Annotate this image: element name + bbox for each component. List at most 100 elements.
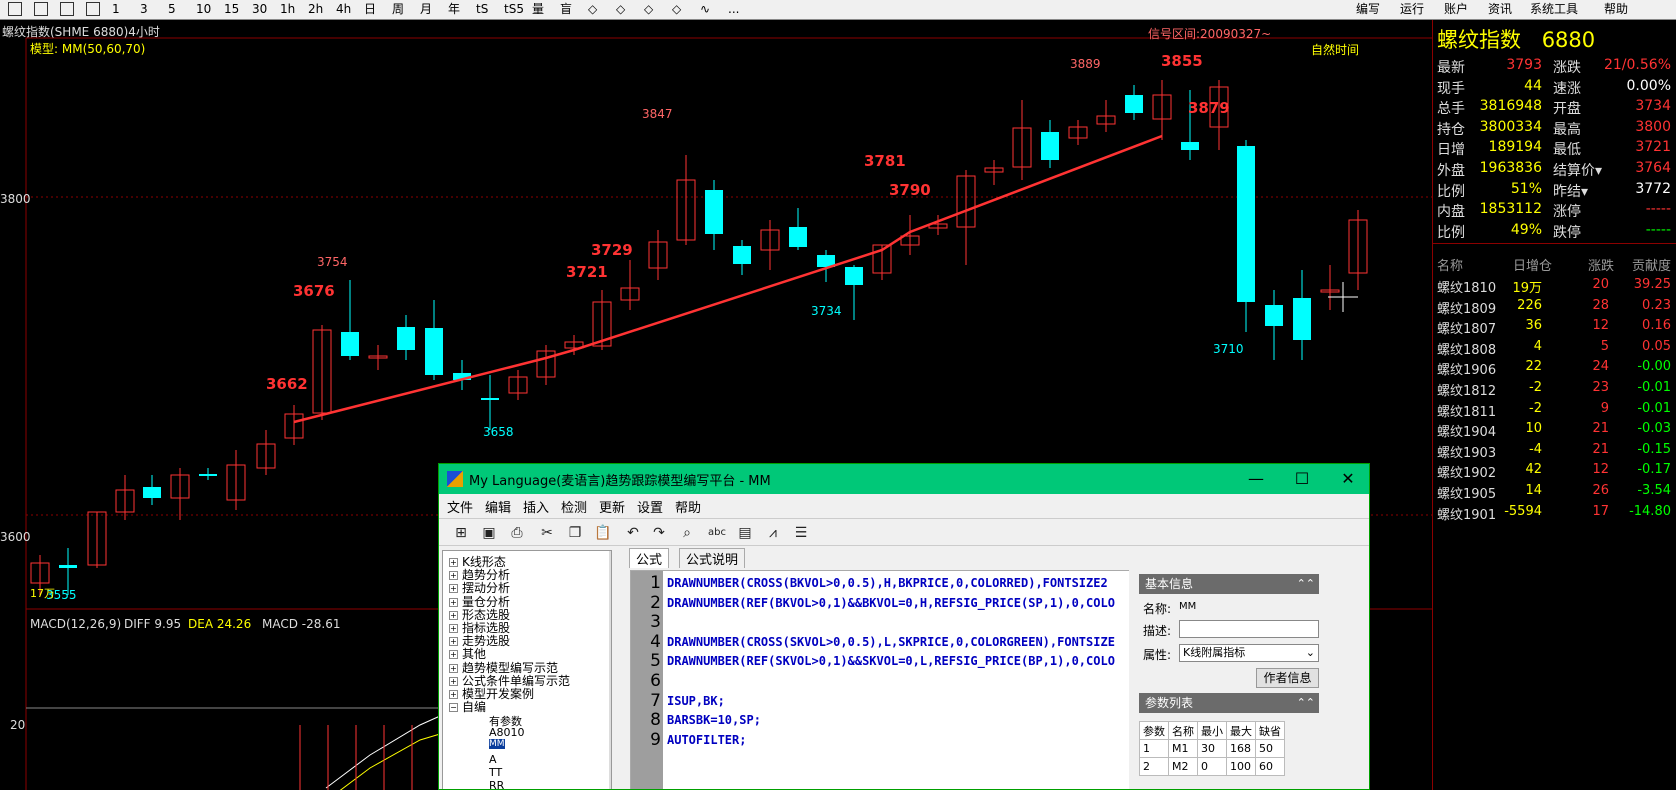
desc-input[interactable]	[1179, 620, 1319, 638]
code-line[interactable]: ISUP,BK;	[667, 694, 725, 708]
attr-select[interactable]: K线附属指标 ⌄	[1179, 644, 1319, 662]
toolbar-period-button[interactable]: 年	[448, 0, 472, 20]
list-item[interactable]: 螺纹1905 14 26 -3.54	[1433, 483, 1676, 505]
list-item[interactable]: 螺纹1902 42 12 -0.17	[1433, 462, 1676, 484]
code-line[interactable]: DRAWNUMBER(REF(SKVOL>0,1)&&SKVOL=0,L,REF…	[667, 654, 1115, 668]
code-editor[interactable]: 123456789 DRAWNUMBER(CROSS(BKVOL>0,0.5),…	[630, 570, 1157, 789]
toolbar-period-button[interactable]: ◇	[644, 0, 668, 20]
table-cell[interactable]: 168	[1226, 739, 1256, 758]
toolbar-period-button[interactable]: 4h	[336, 0, 360, 20]
tree-scrollbar[interactable]	[609, 551, 611, 789]
basic-info-header[interactable]: 基本信息 ⌃⌃	[1139, 574, 1319, 594]
chart-check-icon[interactable]: ⩘	[763, 523, 783, 543]
maximize-button[interactable]: ☐	[1279, 464, 1325, 494]
tree-leaf[interactable]: MM	[489, 739, 505, 750]
editor-titlebar[interactable]: My Language(麦语言)趋势跟踪模型编写平台 - MM — ☐ ✕	[439, 464, 1369, 494]
table-row[interactable]: 2 M2 0 100 60	[1139, 757, 1285, 776]
toolbar-period-button[interactable]: 3	[140, 0, 164, 20]
cut-icon[interactable]: ✂	[537, 523, 557, 543]
toolbar-period-button[interactable]: 日	[364, 0, 388, 20]
list-item[interactable]: 螺纹1906 22 24 -0.00	[1433, 359, 1676, 381]
doc-icon[interactable]: ▤	[735, 523, 755, 543]
author-info-button[interactable]: 作者信息	[1256, 668, 1319, 688]
list-item[interactable]: 螺纹1812 -2 23 -0.01	[1433, 380, 1676, 402]
toolbar-menu-item[interactable]: 账户	[1444, 0, 1468, 20]
code-line[interactable]: AUTOFILTER;	[667, 733, 746, 747]
toolbar-period-button[interactable]: ◇	[588, 0, 612, 20]
toolbar-period-button[interactable]: 2h	[308, 0, 332, 20]
list-item[interactable]: 螺纹1810 19万 20 39.25	[1433, 277, 1676, 299]
toolbar-period-button[interactable]: 5	[168, 0, 192, 20]
toolbar-menu-item[interactable]: 资讯	[1488, 0, 1512, 20]
list-icon[interactable]: ☰	[791, 523, 811, 543]
toolbar-period-button[interactable]: 1h	[280, 0, 304, 20]
toolbar-period-button[interactable]: ◇	[616, 0, 640, 20]
tree-leaf[interactable]: RR	[489, 779, 504, 789]
formula-editor-window[interactable]: My Language(麦语言)趋势跟踪模型编写平台 - MM — ☐ ✕ 文件…	[438, 463, 1370, 790]
menu-item[interactable]: 编辑	[485, 497, 511, 516]
toolbar-period-button[interactable]: tS5	[504, 0, 528, 20]
tab-formula-desc[interactable]: 公式说明	[679, 548, 746, 568]
list-item[interactable]: 螺纹1903 -4 21 -0.15	[1433, 442, 1676, 464]
list-item[interactable]: 螺纹1808 4 5 0.05	[1433, 339, 1676, 361]
list-item[interactable]: 螺纹1809 226 28 0.23	[1433, 298, 1676, 320]
toolbar-menu-item[interactable]: 运行	[1400, 0, 1424, 20]
redo-icon[interactable]: ↷	[649, 523, 669, 543]
toolbar-menu-item[interactable]: 编写	[1356, 0, 1380, 20]
param-list-header[interactable]: 参数列表 ⌃⌃	[1139, 693, 1319, 713]
copy-icon[interactable]: ❐	[565, 523, 585, 543]
table-cell[interactable]: 2	[1139, 757, 1169, 776]
list-item[interactable]: 螺纹1811 -2 9 -0.01	[1433, 401, 1676, 423]
table-cell[interactable]: 50	[1255, 739, 1285, 758]
paste-icon[interactable]: 📋	[593, 523, 613, 543]
collapse-icon[interactable]: ⌃⌃	[1297, 574, 1315, 594]
toolbar-period-button[interactable]: 量	[532, 0, 556, 20]
menu-item[interactable]: 插入	[523, 497, 549, 516]
list-item[interactable]: 螺纹1904 10 21 -0.03	[1433, 421, 1676, 443]
code-line[interactable]: DRAWNUMBER(REF(BKVOL>0,1)&&BKVOL=0,H,REF…	[667, 596, 1115, 610]
spellcheck-icon[interactable]: abc	[707, 523, 727, 543]
toolbar-period-button[interactable]: tS	[476, 0, 500, 20]
code-line[interactable]: BARSBK=10,SP;	[667, 713, 761, 727]
menu-item[interactable]: 文件	[447, 497, 473, 516]
table-cell[interactable]: M1	[1168, 739, 1198, 758]
list-item[interactable]: 螺纹1901 -5594 17 -14.80	[1433, 504, 1676, 526]
table-cell[interactable]: 60	[1255, 757, 1285, 776]
toolbar-menu-item[interactable]: 系统工具	[1530, 0, 1578, 20]
tree-leaf[interactable]: A	[489, 753, 497, 766]
new-file-icon[interactable]: ⊞	[451, 523, 471, 543]
menu-item[interactable]: 设置	[637, 497, 663, 516]
table-cell[interactable]: 1	[1139, 739, 1169, 758]
find-icon[interactable]: ⌕	[677, 523, 697, 543]
toolbar-period-button[interactable]: 月	[420, 0, 444, 20]
code-line[interactable]: DRAWNUMBER(CROSS(SKVOL>0,0.5),L,SKPRICE,…	[667, 635, 1115, 649]
toolbar-period-button[interactable]: 周	[392, 0, 416, 20]
toolbar-period-button[interactable]: 10	[196, 0, 220, 20]
tree-expand-icon[interactable]: −	[449, 703, 458, 713]
list-item[interactable]: 螺纹1807 36 12 0.16	[1433, 318, 1676, 340]
prev-page-icon[interactable]	[8, 2, 22, 16]
close-button[interactable]: ✕	[1325, 464, 1369, 494]
toolbar-period-button[interactable]: 1	[112, 0, 136, 20]
toolbar-period-button[interactable]: 15	[224, 0, 248, 20]
formula-tree[interactable]: + K线形态 + 趋势分析 + 摆动分析 + 量仓分析 + 形态选股 + 指标选股 + 走势选股 + 其他 + 趋…	[442, 550, 612, 789]
next-page-icon[interactable]	[34, 2, 48, 16]
tab-formula[interactable]: 公式	[629, 548, 670, 568]
undo-icon[interactable]: ↶	[623, 523, 643, 543]
print-icon[interactable]: ⎙	[507, 523, 527, 543]
menu-item[interactable]: 帮助	[675, 497, 701, 516]
toolbar-period-button[interactable]: ∿	[700, 0, 724, 20]
tree-node[interactable]: − 自编	[449, 698, 486, 715]
table-cell[interactable]: 0	[1197, 757, 1227, 776]
chart-type-icon[interactable]	[86, 2, 100, 16]
code-line[interactable]: DRAWNUMBER(CROSS(BKVOL>0,0.5),H,BKPRICE,…	[667, 576, 1108, 590]
tree-leaf[interactable]: TT	[489, 766, 502, 779]
toolbar-period-button[interactable]: 30	[252, 0, 276, 20]
table-cell[interactable]: 30	[1197, 739, 1227, 758]
toolbar-period-button[interactable]: ◇	[672, 0, 696, 20]
toolbar-menu-item[interactable]: 帮助	[1604, 0, 1628, 20]
collapse-icon[interactable]: ⌃⌃	[1297, 693, 1315, 713]
menu-item[interactable]: 检测	[561, 497, 587, 516]
zoom-icon[interactable]	[60, 2, 74, 16]
minimize-button[interactable]: —	[1233, 464, 1279, 494]
